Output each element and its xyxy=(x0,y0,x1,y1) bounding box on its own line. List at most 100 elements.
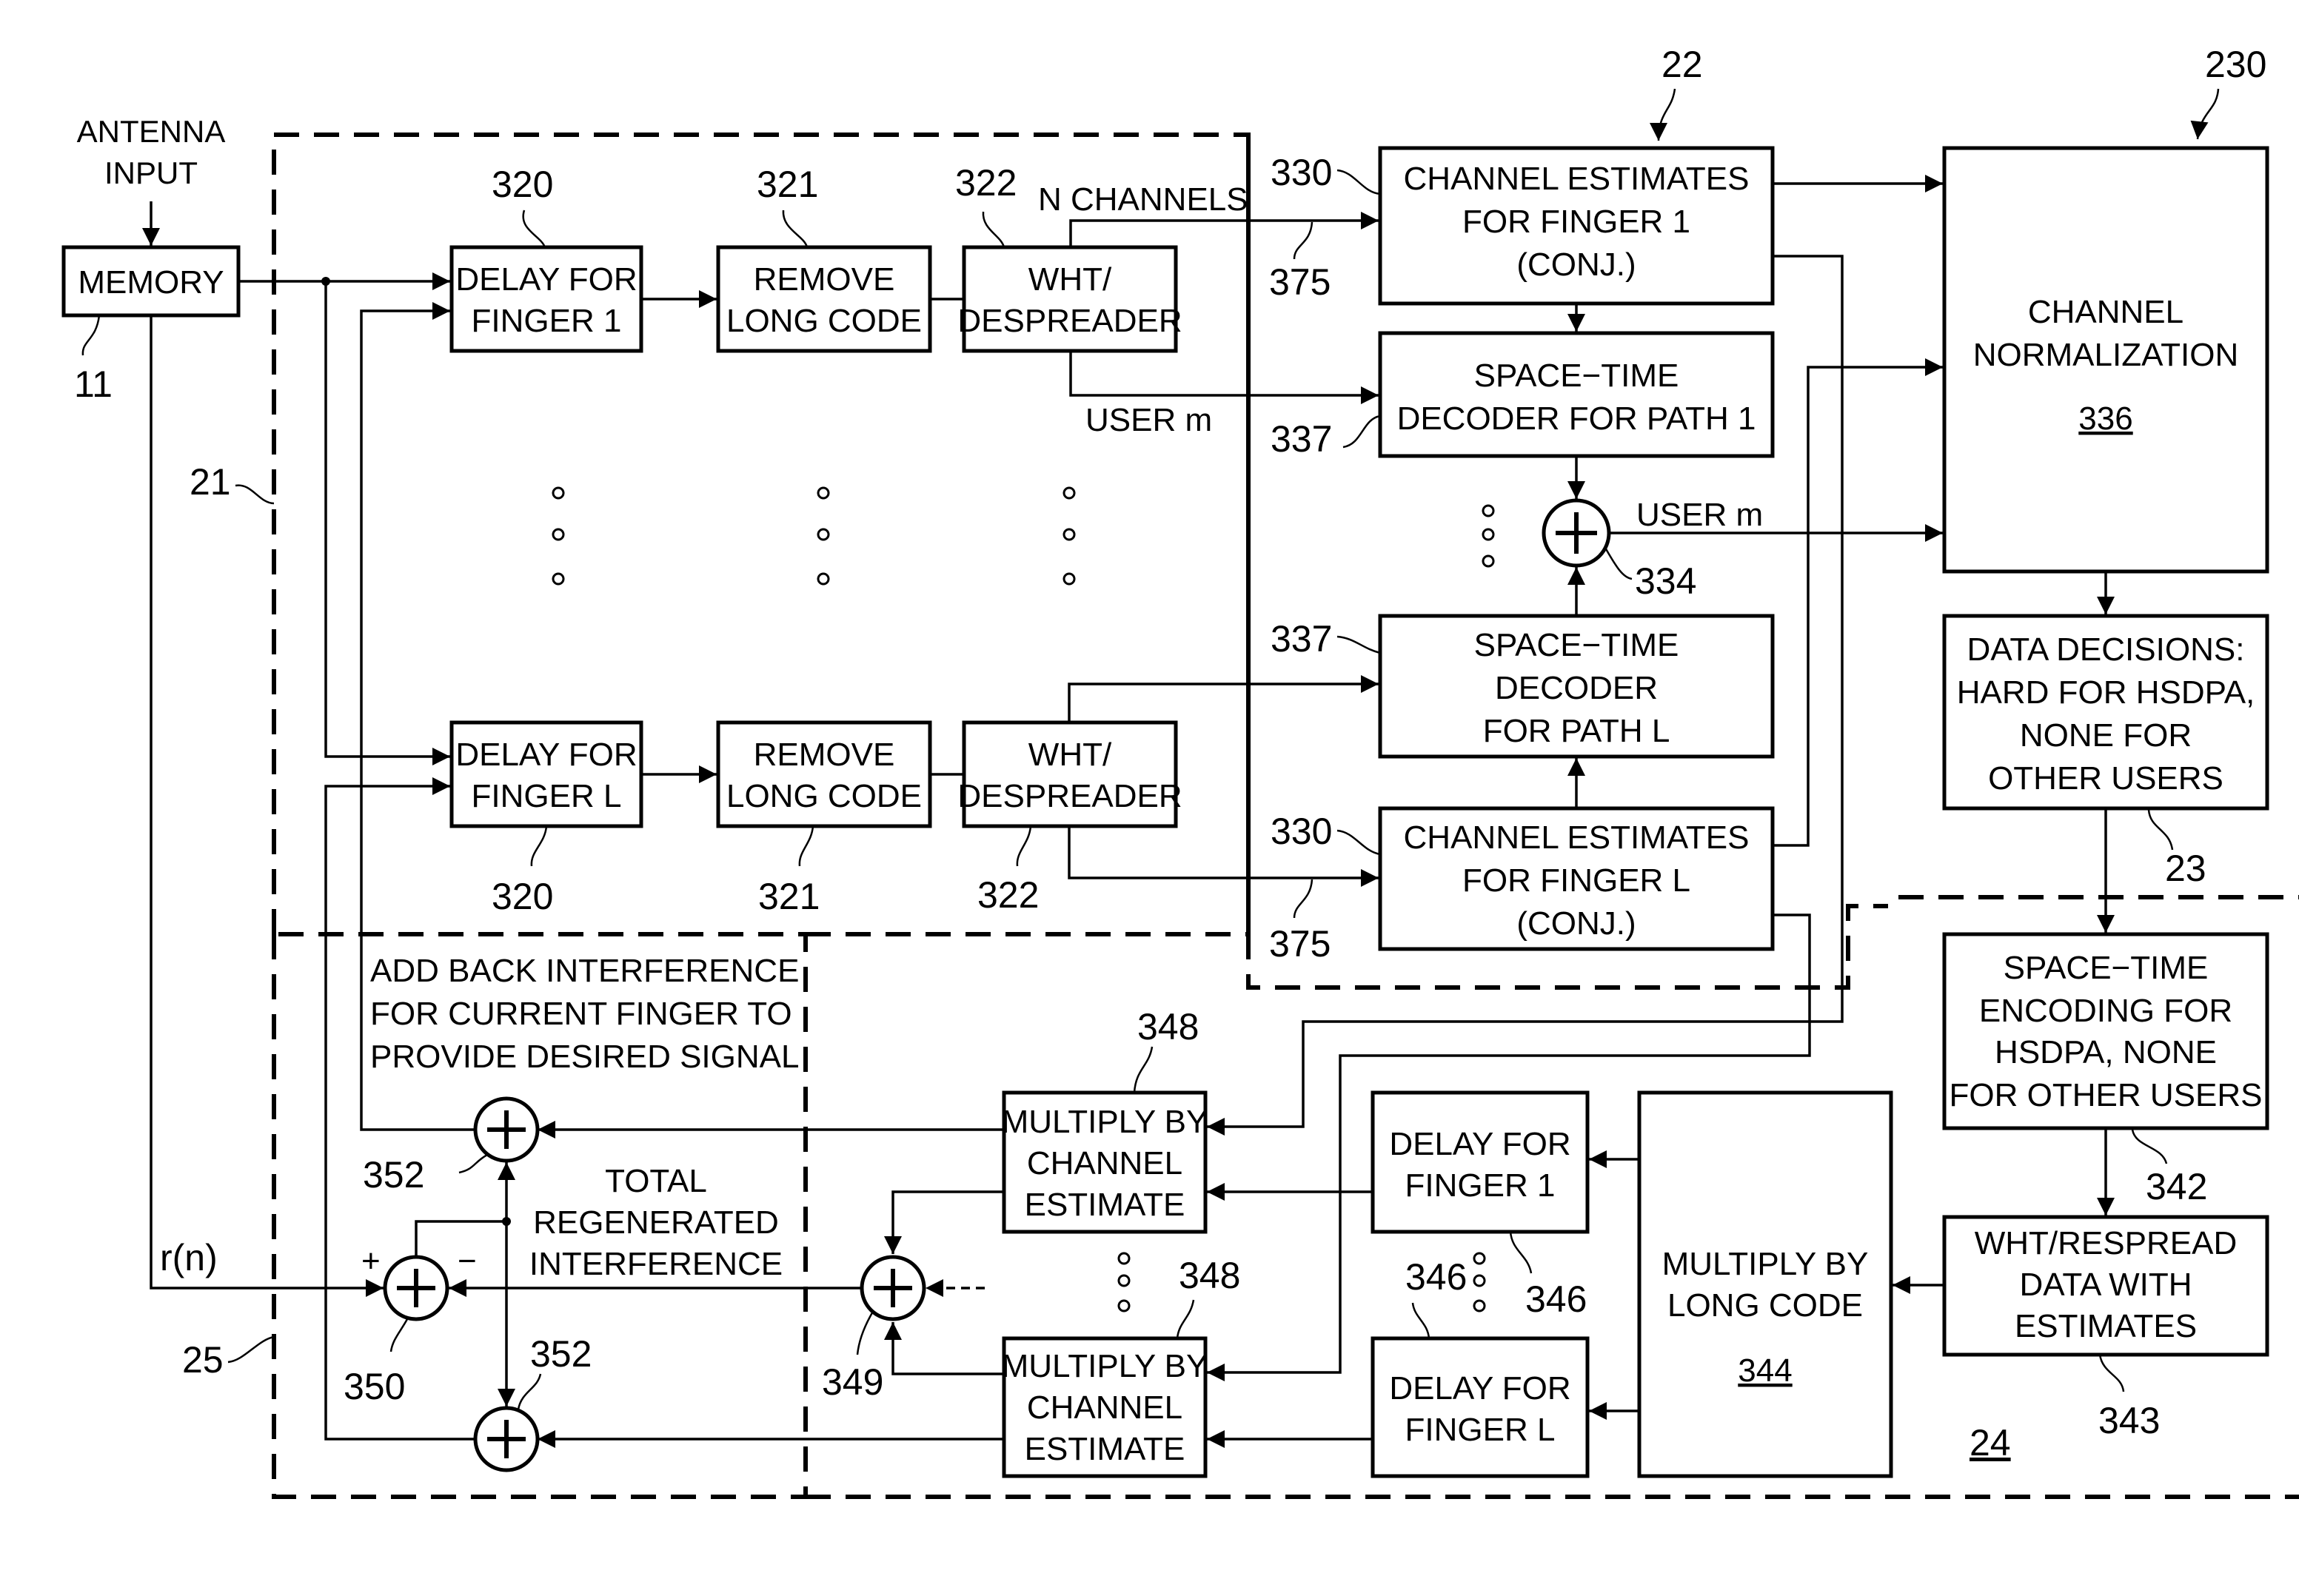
ellipsis-fingers xyxy=(552,486,1076,586)
wht-despreader-l-label-2: DESPREADER xyxy=(957,778,1182,814)
st-decoder-1-ref: 337 xyxy=(1271,418,1332,460)
memory-ref-leader xyxy=(81,315,101,356)
combiner-ref: 334 xyxy=(1635,560,1696,602)
remove-long-code-l-ref: 321 xyxy=(758,876,820,917)
st-decoder-l-label-2: DECODER xyxy=(1495,670,1658,706)
memory-label: MEMORY xyxy=(78,264,224,301)
ref-leader xyxy=(1293,879,1314,919)
mult-l-to-sum-349 xyxy=(884,1322,1004,1375)
ref-leader xyxy=(458,1153,488,1174)
remove-long-code-l-label-2: LONG CODE xyxy=(726,778,922,814)
module-24-ref: 24 xyxy=(1970,1422,2011,1463)
module-230-arrow xyxy=(2190,88,2220,140)
st-decoder-l-label-3: FOR PATH L xyxy=(1483,713,1670,749)
ref-leader xyxy=(1133,1046,1154,1093)
user-m-label-2: USER m xyxy=(1636,497,1763,533)
line-ref-375-bottom: 375 xyxy=(1269,923,1331,965)
antenna-input-label-2: INPUT xyxy=(104,155,198,190)
ce-finger-1-label: CHANNEL ESTIMATES xyxy=(1404,161,1750,197)
st-decoder-1-block[interactable] xyxy=(1378,331,1775,458)
wht-despreader-1-label-2: DESPREADER xyxy=(957,303,1182,339)
ref-leader xyxy=(1336,169,1381,195)
ce-finger-l-label-3: (CONJ.) xyxy=(1516,905,1636,942)
ref-leader xyxy=(522,209,546,248)
regen-delay-l-label-2: FINGER L xyxy=(1405,1412,1556,1448)
wht-despreader-l-ref: 322 xyxy=(977,874,1039,916)
ref-leader xyxy=(798,825,814,867)
plus-sign: + xyxy=(361,1243,381,1279)
ref-leader xyxy=(227,1335,275,1364)
wht-respread-label-3: ESTIMATES xyxy=(2015,1308,2197,1344)
mult-ch-est-1-ref: 348 xyxy=(1137,1006,1199,1047)
sum-352-top xyxy=(473,1096,540,1163)
channel-normalization-label-2: NORMALIZATION xyxy=(1973,337,2239,373)
data-decisions-label-3: NONE FOR xyxy=(2020,717,2192,754)
module-25-ref: 25 xyxy=(182,1339,224,1381)
module-22-ref: 22 xyxy=(1661,44,1703,85)
st-decoder-l-label: SPACE−TIME xyxy=(1474,627,1679,663)
regen-delay-1-block[interactable] xyxy=(1371,1090,1590,1234)
ref-leader xyxy=(1176,1299,1195,1339)
sum-350-ref: 350 xyxy=(344,1366,405,1407)
sum-350 xyxy=(383,1255,449,1321)
mult-long-code-label-2: LONG CODE xyxy=(1667,1287,1863,1324)
mult-long-code-label: MULTIPLY BY xyxy=(1662,1246,1869,1282)
channel-normalization-ref: 336 xyxy=(2078,400,2132,437)
ref-leader xyxy=(1604,547,1633,580)
ref-leader xyxy=(2131,1129,2168,1164)
receiver-block-diagram: ANTENNA INPUT MEMORY 11 DELAY FOR FINGER… xyxy=(61,44,2299,1499)
mult-long-code-ref: 344 xyxy=(1738,1352,1792,1389)
r-n-line xyxy=(150,315,384,1297)
ref-leader xyxy=(1336,635,1381,654)
regen-delay-l-block[interactable] xyxy=(1371,1336,1590,1478)
user-m-label-1: USER m xyxy=(1085,402,1212,438)
ref-leader xyxy=(530,825,548,867)
module-230-ref: 230 xyxy=(2205,44,2266,85)
delay-finger-1-label-2: FINGER 1 xyxy=(472,303,622,339)
ref-leader xyxy=(235,484,275,505)
ellipsis-regen-delays xyxy=(1473,1252,1486,1312)
remove-long-code-1-ref: 321 xyxy=(757,164,818,205)
n-channels-label: N CHANNELS xyxy=(1038,181,1248,218)
r-n-label: r(n) xyxy=(160,1237,218,1278)
ref-leader xyxy=(1293,221,1314,260)
data-decisions-label: DATA DECISIONS: xyxy=(1967,631,2245,668)
module-22-arrow xyxy=(1650,88,1676,141)
st-encoding-label-3: HSDPA, NONE xyxy=(1995,1034,2217,1070)
data-decisions-label-2: HARD FOR HSDPA, xyxy=(1957,674,2255,711)
ref-leader xyxy=(2098,1354,2125,1392)
mult-1-to-sum-349 xyxy=(884,1190,1004,1254)
ref-leader xyxy=(1342,415,1381,449)
delay-finger-l-label-2: FINGER L xyxy=(472,778,622,814)
ce-finger-1-label-2: FOR FINGER 1 xyxy=(1462,204,1690,240)
remove-long-code-1-label: REMOVE xyxy=(754,261,895,298)
regen-delay-1-ref: 346 xyxy=(1525,1278,1587,1320)
regen-delay-1-label: DELAY FOR xyxy=(1389,1126,1570,1162)
wht-respread-label-2: DATA WITH xyxy=(2019,1267,2192,1303)
sum-352-bottom xyxy=(473,1406,540,1472)
mult-long-code-block[interactable] xyxy=(1637,1090,1893,1478)
regen-delay-l-ref: 346 xyxy=(1405,1256,1467,1298)
wht-despreader-l-label: WHT/ xyxy=(1028,737,1112,773)
wht-l-to-st-decoder-l xyxy=(1068,675,1379,722)
memory-ref: 11 xyxy=(74,363,113,405)
ref-leader xyxy=(389,1318,409,1352)
delay-finger-l-label: DELAY FOR xyxy=(455,737,637,773)
ref-leader xyxy=(982,211,1005,248)
wht-despreader-1-label: WHT/ xyxy=(1028,261,1112,298)
ref-leader xyxy=(1336,829,1381,856)
module-21-ref: 21 xyxy=(190,461,231,503)
delay-finger-1-ref: 320 xyxy=(492,164,553,205)
mult-ch-est-1-label: MULTIPLY BY xyxy=(1002,1104,1208,1140)
ce-finger-1-ref: 330 xyxy=(1271,152,1332,193)
ellipsis-mult-ch-est xyxy=(1117,1252,1131,1312)
ref-leader xyxy=(517,1373,542,1410)
add-back-note: ADD BACK INTERFERENCE FOR CURRENT FINGER … xyxy=(370,953,799,1075)
ref-leader xyxy=(856,1310,875,1355)
ref-leader xyxy=(1411,1302,1430,1339)
st-encoding-ref: 342 xyxy=(2146,1166,2207,1207)
delay-finger-l-ref: 320 xyxy=(492,876,553,917)
data-decisions-label-4: OTHER USERS xyxy=(1988,760,2223,797)
ce-l-to-normalization xyxy=(1773,358,1943,847)
st-encoding-label-2: ENCODING FOR xyxy=(1979,993,2232,1029)
